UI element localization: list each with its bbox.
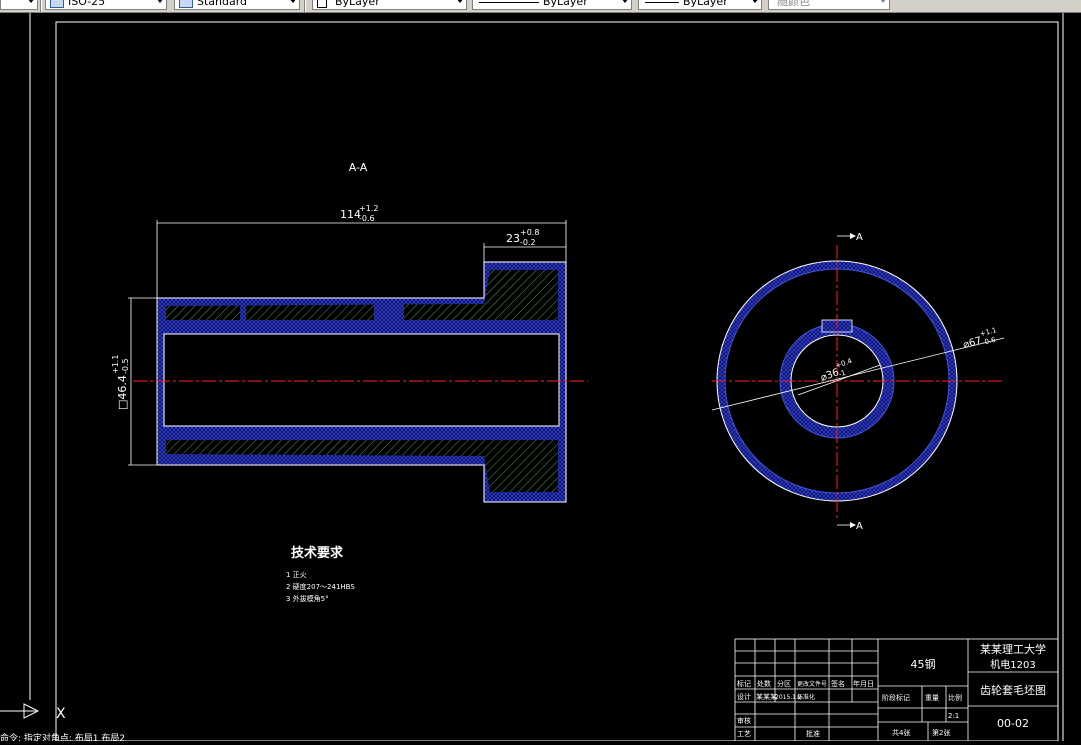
top-wall-hatch (166, 270, 558, 320)
bottom-wall-hatch (166, 440, 558, 492)
drawing-no-text: 00-02 (997, 717, 1029, 730)
chevron-down-icon (751, 0, 759, 3)
cut-label-top: A (856, 232, 863, 243)
dim-step-tol-lower: -0.2 (520, 238, 536, 247)
approve-label: 批准 (806, 729, 820, 738)
std-label: 标准化 (797, 693, 815, 701)
lineweight-value: ByLayer (683, 0, 728, 8)
outer-dia-main: ⌀67 (962, 335, 983, 350)
plotstyle-value: 随颜色 (777, 0, 810, 8)
designer-label: 设计 (737, 692, 751, 701)
header-docno: 更改文件号 (797, 680, 827, 688)
ucs-icon: X (0, 703, 66, 722)
weight-label: 重量 (925, 694, 939, 702)
technical-notes[interactable]: 技术要求 1 正火 2 硬度207～241HBS 3 外拔模角5° (286, 545, 355, 603)
dim-step-tol-upper: +0.8 (520, 228, 539, 237)
lineweight-preview (645, 2, 679, 3)
section-view[interactable] (133, 261, 588, 503)
craft-label: 工艺 (737, 730, 751, 738)
cut-label-bottom: A (856, 521, 863, 532)
toolbar-separator (40, 0, 42, 12)
dim-bore-tol-upper: +1.1 (111, 355, 120, 374)
notes-title: 技术要求 (291, 545, 344, 561)
color-value: ByLayer (335, 0, 380, 8)
header-zone: 分区 (777, 679, 791, 688)
scale-value: 2:1 (948, 712, 959, 720)
command-line-text: 命令: 指定对角点: 布局1 布局2 (0, 732, 125, 741)
sheets-total: 共4张 (892, 728, 910, 737)
designer-name: 某某某 (756, 693, 777, 701)
review-label: 审核 (737, 716, 751, 725)
chevron-down-icon (156, 0, 164, 3)
dim-step-main: 23 (506, 232, 520, 245)
note-3: 3 外拔模角5° (286, 594, 329, 603)
material-text: 45钢 (911, 658, 936, 671)
toolbar-separator (304, 0, 306, 12)
drawing-name-text: 齿轮套毛坯图 (980, 683, 1046, 697)
stage-label: 阶段标记 (882, 693, 910, 702)
header-mark: 标记 (737, 679, 751, 688)
tablestyle-value: Standard (197, 0, 248, 8)
chevron-down-icon (27, 0, 35, 3)
dim-length-tol-upper: +1.2 (359, 204, 378, 213)
lineweight-combo[interactable]: ByLayer (638, 0, 762, 10)
dim-bore-main: □46.4 (116, 375, 129, 410)
chevron-down-icon (456, 0, 464, 3)
sheet-no: 第2张 (932, 728, 950, 737)
chevron-down-icon (879, 0, 887, 3)
dimstyle-value: ISO-25 (68, 0, 106, 8)
dimstyle-icon (50, 0, 64, 8)
dim-length-main: 114 (340, 208, 361, 221)
header-sign: 签名 (831, 679, 845, 688)
dimstyle-combo[interactable]: ISO-25 (45, 0, 167, 10)
note-1: 1 正火 (286, 571, 307, 579)
chevron-down-icon (621, 0, 629, 3)
linetype-preview (479, 2, 539, 3)
properties-toolbar: ISO-25 Standard ByLayer ByLayer ByLayer … (0, 0, 1081, 13)
end-view[interactable]: A A ⌀36 +0.4 -1 ⌀67 +1.1 -0.6 (711, 232, 1005, 532)
dim-step[interactable]: 23 +0.8 -0.2 (483, 228, 566, 262)
header-date: 年月日 (853, 679, 874, 688)
school-text: 某某理工大学 (980, 642, 1046, 656)
prev-combo[interactable] (0, 0, 38, 10)
section-label: A-A (349, 161, 368, 174)
scale-label: 比例 (948, 693, 962, 702)
top-groove-1 (240, 304, 246, 320)
class-text: 机电1203 (990, 658, 1035, 671)
title-block-text: 45钢 某某理工大学 机电1203 齿轮套毛坯图 00-02 标记 处数 分区 … (737, 642, 1046, 738)
note-2: 2 硬度207～241HBS (286, 582, 355, 591)
dim-bore-tol-lower: -0.5 (121, 358, 130, 374)
drawing-canvas[interactable]: A-A 114 +1.2 -0.6 23 +0.8 -0.2 □46.4 +1.… (0, 13, 1081, 744)
linetype-combo[interactable]: ByLayer (472, 0, 632, 10)
layer-color-combo[interactable]: ByLayer (312, 0, 467, 10)
dim-length-tol-lower: -0.6 (359, 214, 375, 223)
inner-bore (163, 333, 560, 427)
plotstyle-combo[interactable]: 随颜色 (768, 0, 890, 10)
tablestyle-icon (179, 0, 193, 8)
linetype-value: ByLayer (543, 0, 588, 8)
header-count: 处数 (757, 679, 771, 688)
color-swatch-icon (317, 0, 327, 8)
ucs-x-label: X (56, 706, 66, 722)
tablestyle-combo[interactable]: Standard (174, 0, 300, 10)
top-groove-2 (374, 304, 404, 320)
chevron-down-icon (289, 0, 297, 3)
